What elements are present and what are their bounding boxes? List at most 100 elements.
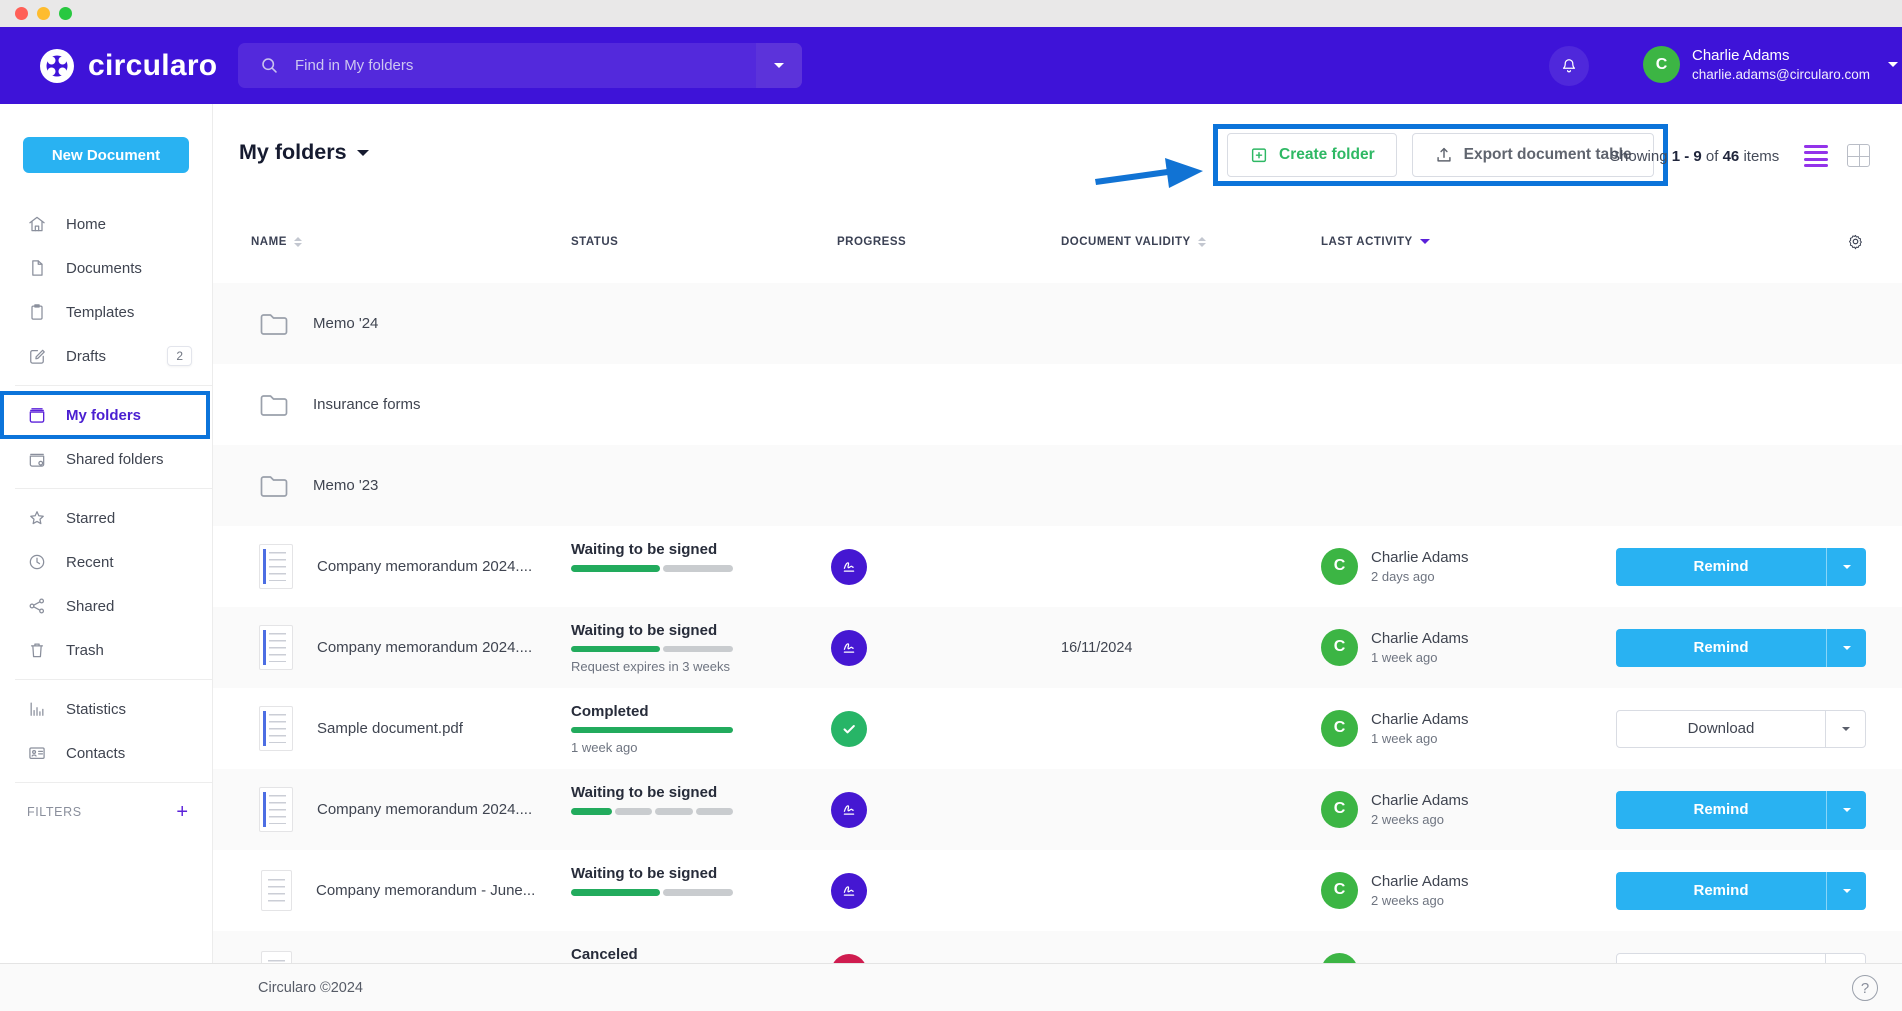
add-filter-button[interactable]: + [176, 802, 188, 822]
remind-button[interactable]: Remind [1616, 629, 1866, 667]
document-thumbnail-icon [259, 544, 293, 589]
sidebar-item-starred[interactable]: Starred [0, 496, 212, 540]
export-icon [1434, 145, 1454, 165]
id-card-icon [27, 743, 47, 763]
signature-badge-icon [831, 792, 867, 828]
status-label: Completed [571, 703, 837, 720]
grid-view-toggle[interactable] [1847, 144, 1870, 167]
maximize-window-button[interactable] [59, 7, 72, 20]
progress-bar [571, 565, 733, 572]
search-input[interactable] [295, 57, 675, 74]
activity-time: 1 week ago [1371, 649, 1469, 667]
actor-name: Charlie Adams [1371, 548, 1469, 568]
search-scope-dropdown[interactable] [756, 43, 802, 88]
chevron-down-icon [357, 150, 369, 162]
brand-name: circularo [88, 49, 217, 83]
action-dropdown-button[interactable] [1825, 711, 1865, 747]
document-thumbnail-icon [259, 787, 293, 832]
minimize-window-button[interactable] [37, 7, 50, 20]
column-header-name[interactable]: NAME [251, 233, 571, 251]
bell-icon [1559, 56, 1579, 76]
chevron-down-icon [1888, 62, 1898, 72]
document-name: Company memorandum 2024.... [317, 558, 532, 575]
signature-badge-icon [831, 630, 867, 666]
filters-label: FILTERS [27, 805, 82, 819]
table-row-document[interactable]: Sample document.pdf Completed 1 week ago… [213, 688, 1902, 769]
app-header: circularo C Charlie Adams charlie.adams@… [0, 27, 1902, 104]
document-thumbnail-icon [259, 706, 293, 751]
document-validity: 16/11/2024 [1061, 640, 1321, 656]
table-row-document[interactable]: Company memorandum 2024.... Waiting to b… [213, 769, 1902, 850]
table-row-document[interactable]: Company memorandum 2024.... Waiting to b… [213, 526, 1902, 607]
sidebar-item-label: Shared [66, 598, 114, 615]
document-icon [27, 258, 47, 278]
status-note: Request expires in 3 weeks [571, 659, 837, 674]
remind-button[interactable]: Remind [1616, 791, 1866, 829]
user-menu[interactable]: C Charlie Adams charlie.adams@circularo.… [1643, 46, 1898, 83]
divider [15, 679, 212, 680]
page-title[interactable]: My folders [239, 140, 369, 165]
list-view-toggle[interactable] [1804, 145, 1828, 167]
status-note: 1 week ago [571, 740, 837, 755]
sidebar-item-recent[interactable]: Recent [0, 540, 212, 584]
tutorial-highlight-box: Create folder Export document table [1213, 124, 1668, 186]
sidebar-item-trash[interactable]: Trash [0, 628, 212, 672]
completed-check-badge-icon [831, 711, 867, 747]
notifications-button[interactable] [1549, 46, 1589, 86]
sidebar-item-my-folders[interactable]: My folders [0, 393, 212, 437]
star-icon [27, 508, 47, 528]
table-row-folder[interactable]: Insurance forms [213, 364, 1902, 445]
sidebar-item-shared[interactable]: Shared [0, 584, 212, 628]
table-settings-gear-icon[interactable] [1845, 231, 1866, 252]
chevron-down-icon [1843, 889, 1851, 897]
footer: Circularo ©2024 ? [0, 963, 1902, 1011]
help-button[interactable]: ? [1852, 975, 1878, 1001]
folder-name: Memo '23 [313, 477, 378, 494]
table-row-document[interactable]: Company memorandum 2024.... Waiting to b… [213, 607, 1902, 688]
sidebar-item-contacts[interactable]: Contacts [0, 731, 212, 775]
chevron-down-icon [1843, 808, 1851, 816]
folder-name: Memo '24 [313, 315, 378, 332]
sidebar-item-templates[interactable]: Templates [0, 290, 212, 334]
table-row-folder[interactable]: Memo '24 [213, 283, 1902, 364]
progress-bar [571, 889, 733, 896]
sidebar-item-statistics[interactable]: Statistics [0, 687, 212, 731]
sidebar-item-documents[interactable]: Documents [0, 246, 212, 290]
column-header-document-validity[interactable]: DOCUMENT VALIDITY [1061, 233, 1321, 251]
sidebar-item-label: Recent [66, 554, 114, 571]
action-dropdown-button[interactable] [1826, 629, 1866, 667]
table-row-document[interactable]: Company memorandum - June... Waiting to … [213, 850, 1902, 931]
clock-icon [27, 552, 47, 572]
sidebar-item-label: Templates [66, 304, 134, 321]
create-folder-button[interactable]: Create folder [1227, 133, 1397, 177]
action-dropdown-button[interactable] [1826, 548, 1866, 586]
sidebar-item-shared-folders[interactable]: Shared folders [0, 437, 212, 481]
sidebar-item-home[interactable]: Home [0, 202, 212, 246]
document-name: Company memorandum 2024.... [317, 801, 532, 818]
remind-button[interactable]: Remind [1616, 548, 1866, 586]
folder-icon [27, 405, 47, 425]
close-window-button[interactable] [15, 7, 28, 20]
column-header-last-activity[interactable]: LAST ACTIVITY [1321, 234, 1616, 249]
home-icon [27, 214, 47, 234]
sidebar-item-label: Trash [66, 642, 104, 659]
document-thumbnail-icon [259, 625, 293, 670]
progress-bar [571, 808, 733, 815]
user-email: charlie.adams@circularo.com [1692, 66, 1870, 84]
action-dropdown-button[interactable] [1826, 791, 1866, 829]
sidebar-item-drafts[interactable]: Drafts 2 [0, 334, 212, 378]
brand-logo[interactable]: circularo [38, 47, 217, 85]
status-label: Canceled [571, 946, 837, 963]
document-thumbnail-icon [261, 870, 292, 911]
remind-button[interactable]: Remind [1616, 872, 1866, 910]
action-dropdown-button[interactable] [1826, 872, 1866, 910]
sort-icon [1198, 233, 1206, 251]
search-bar[interactable] [238, 43, 802, 88]
new-document-button[interactable]: New Document [23, 137, 189, 173]
edit-icon [27, 346, 47, 366]
actor-avatar: C [1321, 548, 1358, 585]
divider [15, 782, 212, 783]
table-row-folder[interactable]: Memo '23 [213, 445, 1902, 526]
download-button[interactable]: Download [1616, 710, 1866, 748]
sidebar-item-label: Shared folders [66, 451, 164, 468]
